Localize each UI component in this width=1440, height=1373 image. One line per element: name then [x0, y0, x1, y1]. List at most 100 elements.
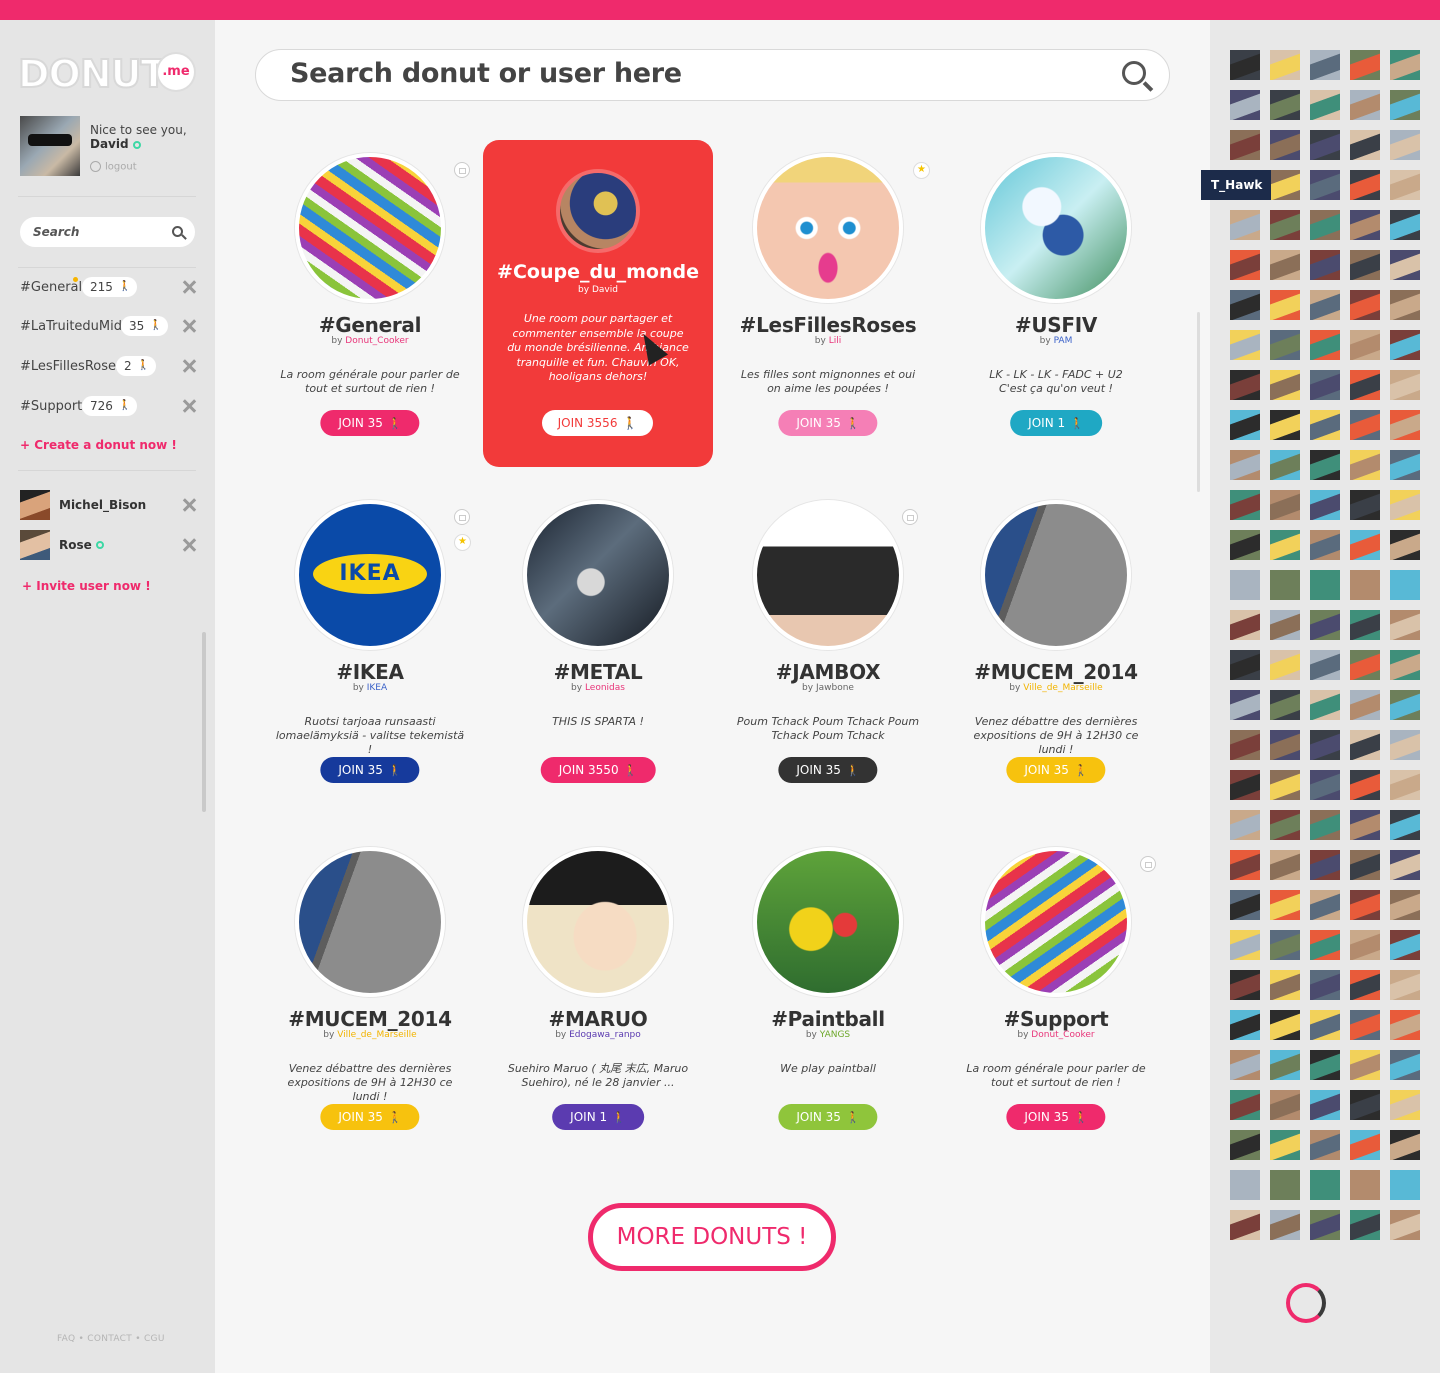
- user-avatar[interactable]: [1350, 490, 1380, 520]
- footer-links[interactable]: FAQ • CONTACT • CGU: [57, 1334, 165, 1344]
- user-avatar[interactable]: [1350, 330, 1380, 360]
- user-avatar[interactable]: [1350, 770, 1380, 800]
- user-avatar[interactable]: [1270, 730, 1300, 760]
- user-avatar[interactable]: [1310, 650, 1340, 680]
- owner-link[interactable]: Lili: [829, 336, 842, 346]
- close-icon[interactable]: [182, 359, 196, 373]
- user-avatar[interactable]: [1310, 50, 1340, 80]
- app-logo[interactable]: DONUT .me: [17, 53, 196, 95]
- user-avatar[interactable]: [1350, 530, 1380, 560]
- current-user-avatar[interactable]: [20, 116, 80, 176]
- user-avatar[interactable]: [1230, 770, 1260, 800]
- donut-card-general[interactable]: #General by Donut_Cooker La room général…: [255, 140, 485, 467]
- user-avatar[interactable]: [1270, 570, 1300, 600]
- user-avatar[interactable]: [1310, 90, 1340, 120]
- user-avatar[interactable]: [1390, 970, 1420, 1000]
- user-avatar[interactable]: [1310, 250, 1340, 280]
- user-avatar[interactable]: [1230, 1010, 1260, 1040]
- user-avatar[interactable]: [1270, 90, 1300, 120]
- user-avatar[interactable]: [1350, 210, 1380, 240]
- user-avatar[interactable]: [1350, 370, 1380, 400]
- user-avatar[interactable]: [1390, 410, 1420, 440]
- user-avatar[interactable]: [1230, 850, 1260, 880]
- user-avatar[interactable]: [1230, 650, 1260, 680]
- user-avatar[interactable]: [1270, 810, 1300, 840]
- user-avatar[interactable]: [1230, 930, 1260, 960]
- sidebar-scrollbar[interactable]: [202, 632, 206, 812]
- main-scrollbar[interactable]: [1197, 312, 1200, 492]
- user-avatar[interactable]: [1390, 1010, 1420, 1040]
- user-avatar[interactable]: [1390, 930, 1420, 960]
- user-avatar[interactable]: [1350, 410, 1380, 440]
- user-avatar[interactable]: [1390, 130, 1420, 160]
- user-avatar[interactable]: [1230, 250, 1260, 280]
- user-avatar[interactable]: [1270, 210, 1300, 240]
- user-avatar[interactable]: [1310, 1130, 1340, 1160]
- user-avatar[interactable]: [1390, 90, 1420, 120]
- user-avatar[interactable]: [1230, 690, 1260, 720]
- donut-title[interactable]: #Support: [941, 1007, 1171, 1031]
- user-avatar[interactable]: [1350, 1170, 1380, 1200]
- invite-user-link[interactable]: + Invite user now !: [22, 579, 151, 593]
- user-avatar[interactable]: [1310, 1050, 1340, 1080]
- user-avatar[interactable]: [1350, 170, 1380, 200]
- user-avatar[interactable]: [1310, 1210, 1340, 1240]
- user-avatar[interactable]: [1230, 570, 1260, 600]
- user-avatar[interactable]: [1390, 370, 1420, 400]
- donut-card-lesfillesroses[interactable]: ★ #LesFillesRoses by Lili Les filles son…: [713, 140, 943, 467]
- donut-card-ikea[interactable]: IKEA ★ #IKEA by IKEA Ruotsi tarjoaa runs…: [255, 487, 485, 814]
- user-avatar[interactable]: [1310, 770, 1340, 800]
- user-avatar[interactable]: [1390, 50, 1420, 80]
- user-avatar[interactable]: [1390, 810, 1420, 840]
- owner-link[interactable]: YANGS: [820, 1030, 850, 1040]
- donut-title[interactable]: #JAMBOX: [713, 660, 943, 684]
- user-avatar[interactable]: [1270, 1210, 1300, 1240]
- join-button[interactable]: JOIN 35 🚶: [320, 410, 420, 436]
- owner-link[interactable]: Edogawa_ranpo: [569, 1030, 641, 1040]
- donut-title[interactable]: #IKEA: [255, 660, 485, 684]
- user-avatar[interactable]: [1390, 570, 1420, 600]
- close-icon[interactable]: [182, 498, 196, 512]
- owner-link[interactable]: IKEA: [367, 683, 387, 693]
- join-button[interactable]: JOIN 35 🚶: [778, 410, 878, 436]
- user-avatar[interactable]: [1230, 1210, 1260, 1240]
- user-avatar[interactable]: [1310, 1010, 1340, 1040]
- join-button[interactable]: JOIN 35 🚶: [778, 757, 878, 783]
- user-avatar[interactable]: [1350, 1210, 1380, 1240]
- owner-link[interactable]: Ville_de_Marseille: [337, 1030, 417, 1040]
- join-button[interactable]: JOIN 1 🚶: [1010, 410, 1102, 436]
- sidebar-user-rose[interactable]: Rose: [20, 530, 196, 560]
- user-avatar[interactable]: [1310, 130, 1340, 160]
- user-avatar[interactable]: [1350, 650, 1380, 680]
- user-avatar[interactable]: [1390, 290, 1420, 320]
- user-avatar[interactable]: [1230, 90, 1260, 120]
- user-avatar[interactable]: [1390, 1130, 1420, 1160]
- user-avatar[interactable]: [1350, 130, 1380, 160]
- user-avatar[interactable]: [1270, 970, 1300, 1000]
- sidebar-user-michel[interactable]: Michel_Bison: [20, 490, 196, 520]
- user-avatar[interactable]: [1350, 570, 1380, 600]
- search-icon[interactable]: [172, 226, 183, 237]
- owner-link[interactable]: Leonidas: [585, 683, 625, 693]
- user-avatar[interactable]: [1270, 170, 1300, 200]
- user-avatar[interactable]: [1310, 170, 1340, 200]
- user-avatar[interactable]: [1270, 410, 1300, 440]
- sidebar-search-input[interactable]: Search: [20, 217, 195, 247]
- user-avatar[interactable]: [1350, 930, 1380, 960]
- user-avatar[interactable]: [1230, 1050, 1260, 1080]
- user-avatar[interactable]: [1270, 850, 1300, 880]
- donut-card-jambox[interactable]: #JAMBOX by Jawbone Poum Tchack Poum Tcha…: [713, 487, 943, 814]
- user-avatar[interactable]: [1390, 650, 1420, 680]
- close-icon[interactable]: [182, 280, 196, 294]
- user-avatar[interactable]: [1270, 650, 1300, 680]
- user-avatar[interactable]: [1350, 610, 1380, 640]
- donut-title[interactable]: #General: [255, 313, 485, 337]
- user-avatar[interactable]: [1310, 410, 1340, 440]
- user-avatar[interactable]: [1310, 850, 1340, 880]
- user-avatar[interactable]: [1310, 890, 1340, 920]
- join-button[interactable]: JOIN 35 🚶: [1006, 1104, 1106, 1130]
- user-avatar[interactable]: [1230, 210, 1260, 240]
- donut-card-maruo[interactable]: #MARUO by Edogawa_ranpo Suehiro Maruo ( …: [483, 834, 713, 1161]
- donut-title[interactable]: #USFIV: [941, 313, 1171, 337]
- user-avatar[interactable]: [1230, 410, 1260, 440]
